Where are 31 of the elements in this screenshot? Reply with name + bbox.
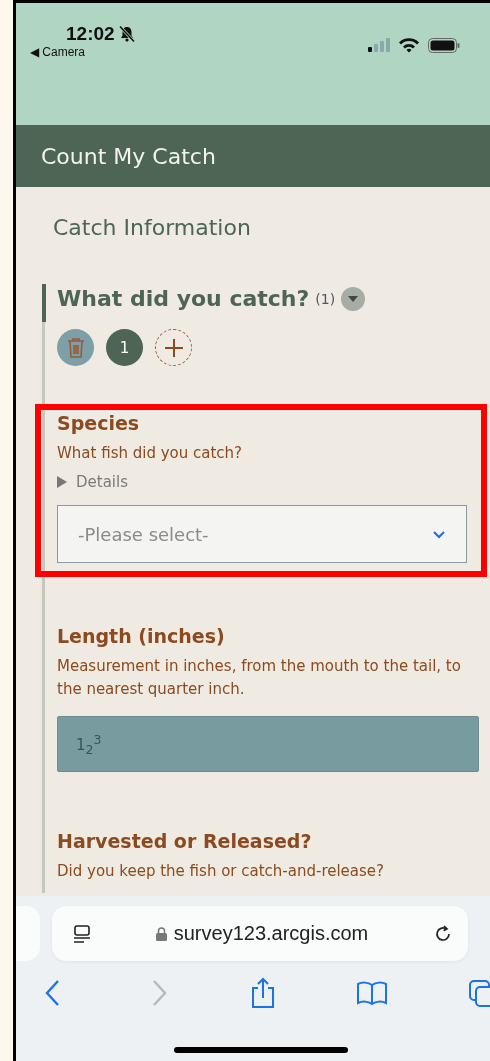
question-label: Harvested or Released? [57,830,313,852]
reader-icon[interactable] [72,923,92,944]
signal-icon [368,38,390,52]
chevron-down-icon [432,529,446,539]
trash-icon [65,336,86,359]
section-title: Catch Information [53,215,252,240]
back-to-app-link[interactable]: ◀ Camera [30,45,136,59]
triangle-icon [57,476,67,488]
plus-icon [162,336,185,359]
book-icon[interactable] [356,980,388,1006]
battery-icon [428,37,460,53]
lock-icon [155,926,167,941]
question-hint: Measurement in inches, from the mouth to the tail, to the nearest quarter inch. [57,656,462,700]
app-title: Count My Catch [41,143,216,169]
address-bar[interactable]: survey123.arcgis.com [52,906,468,961]
collapse-toggle[interactable] [341,286,366,311]
repeat-count: (1) [315,290,336,307]
url-text: survey123.arcgis.com [173,922,369,945]
delete-button[interactable] [57,329,94,366]
caret-icon [347,294,360,303]
question-label: Length (inches) [57,625,226,647]
clock-time: 12:02 [66,23,115,45]
tabs-icon[interactable] [468,979,490,1007]
repeat-title: What did you catch? [57,286,310,311]
record-button[interactable]: 1 [106,329,143,366]
question-hint: Did you keep the fish or catch-and-release? [57,861,386,882]
share-icon[interactable] [250,977,276,1009]
wifi-icon [398,37,420,53]
question-label: Species [57,412,141,434]
question-hint: What fish did you catch? [57,443,244,464]
details-toggle[interactable]: Details [57,473,128,491]
